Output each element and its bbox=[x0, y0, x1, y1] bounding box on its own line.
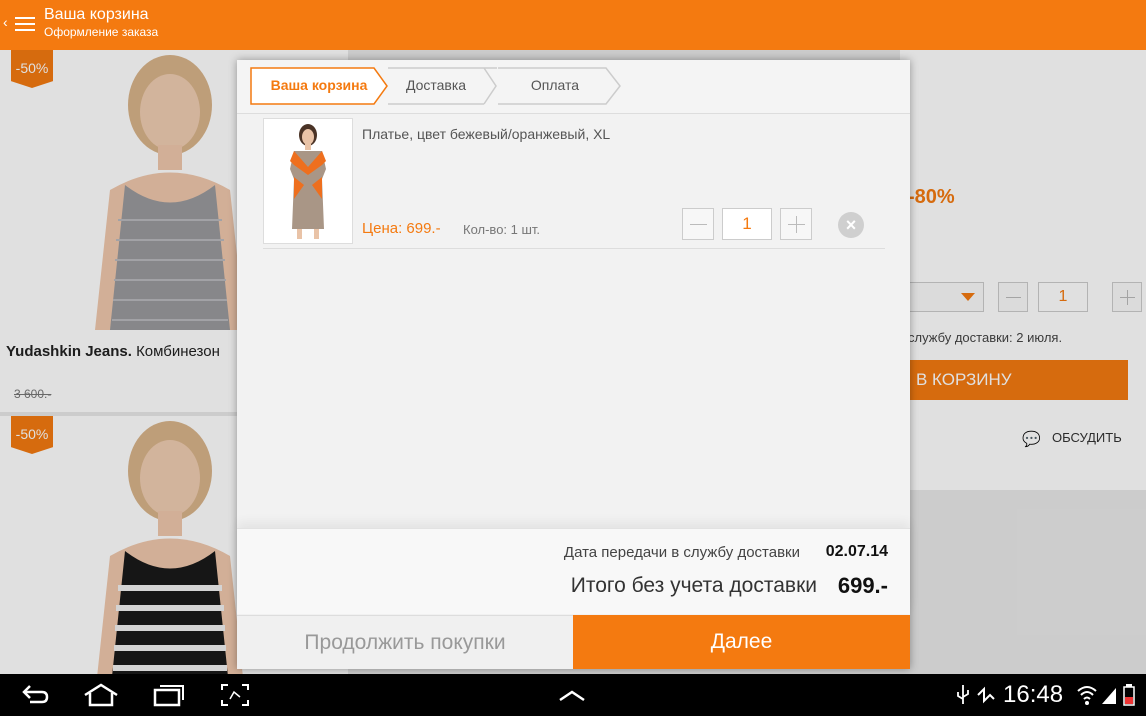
total-label: Итого без учета доставки bbox=[570, 574, 817, 597]
order-summary: Дата передачи в службу доставки 02.07.14… bbox=[237, 528, 910, 614]
action-bar: ‹ Ваша корзина Оформление заказа bbox=[0, 0, 1146, 50]
chevron-up-icon[interactable] bbox=[556, 682, 588, 708]
cart-dialog: Ваша корзина Доставка Оплата Платье, цве… bbox=[237, 60, 910, 669]
page-title: Ваша корзина bbox=[44, 6, 149, 23]
decrease-qty-button[interactable] bbox=[682, 208, 714, 240]
item-price: Цена: 699.- bbox=[362, 220, 441, 237]
delivery-date: 02.07.14 bbox=[825, 543, 888, 560]
next-button[interactable]: Далее bbox=[573, 615, 910, 669]
item-qty-label: Кол-во: 1 шт. bbox=[463, 222, 541, 237]
screenshot-icon[interactable] bbox=[219, 682, 251, 708]
remove-item-icon[interactable]: × bbox=[838, 212, 864, 238]
step-cart-label: Ваша корзина bbox=[270, 77, 368, 93]
item-thumbnail[interactable] bbox=[263, 118, 353, 244]
cart-item: Платье, цвет бежевый/оранжевый, XL Цена:… bbox=[263, 118, 885, 249]
page-subtitle: Оформление заказа bbox=[44, 25, 159, 39]
step-payment-label: Оплата bbox=[530, 77, 580, 93]
step-cart[interactable]: Ваша корзина bbox=[250, 67, 388, 105]
system-nav-bar: 16:48 bbox=[0, 674, 1146, 716]
battery-icon bbox=[1123, 684, 1135, 706]
continue-shopping-button[interactable]: Продолжить покупки bbox=[237, 615, 573, 669]
total-value: 699.- bbox=[837, 573, 888, 598]
data-sync-icon bbox=[977, 686, 995, 704]
back-icon[interactable] bbox=[20, 682, 50, 708]
increase-qty-button[interactable] bbox=[780, 208, 812, 240]
usb-icon bbox=[957, 685, 969, 704]
recent-apps-icon[interactable] bbox=[152, 682, 186, 708]
step-delivery-label: Доставка bbox=[405, 77, 467, 93]
signal-icon bbox=[1102, 688, 1116, 704]
home-icon[interactable] bbox=[82, 682, 120, 708]
step-payment[interactable]: Оплата bbox=[488, 67, 622, 105]
dress-photo bbox=[290, 124, 326, 239]
qty-field[interactable]: 1 bbox=[722, 208, 772, 240]
step-delivery[interactable]: Доставка bbox=[374, 67, 498, 105]
menu-icon[interactable] bbox=[15, 17, 35, 31]
checkout-steps: Ваша корзина Доставка Оплата bbox=[237, 60, 910, 114]
clock: 16:48 bbox=[1003, 681, 1064, 708]
delivery-date-label: Дата передачи в службу доставки bbox=[563, 544, 800, 561]
wifi-icon bbox=[1077, 686, 1097, 705]
back-chevron-icon[interactable]: ‹ bbox=[3, 14, 8, 30]
item-title: Платье, цвет бежевый/оранжевый, XL bbox=[362, 126, 611, 142]
screen: ‹ Ваша корзина Оформление заказа -50% Yu… bbox=[0, 0, 1146, 716]
